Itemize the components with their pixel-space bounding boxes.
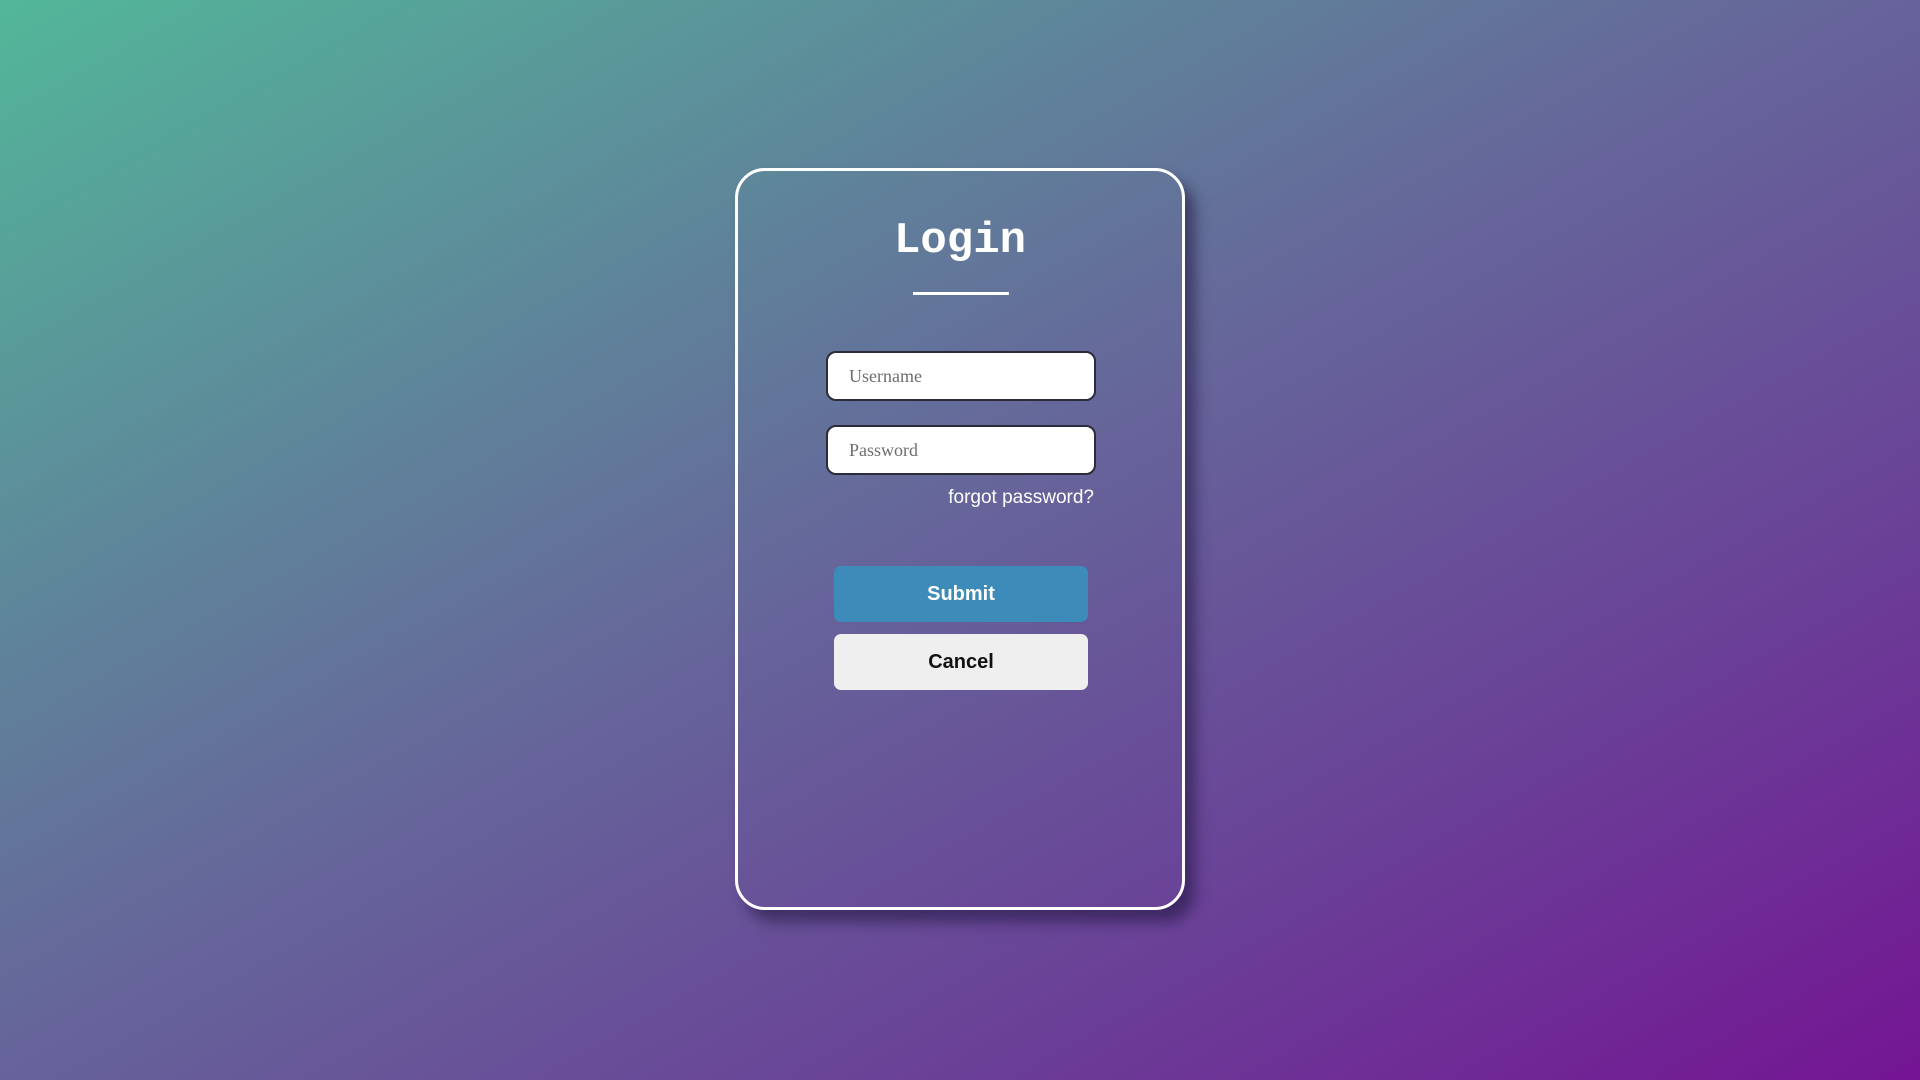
username-input[interactable]	[826, 351, 1096, 401]
title-underline	[913, 292, 1009, 295]
cancel-button[interactable]: Cancel	[834, 634, 1088, 690]
forgot-password-link[interactable]: forgot password?	[948, 487, 1094, 509]
login-title: Login	[893, 216, 1027, 266]
login-card: Login forgot password? Submit Cancel	[735, 168, 1185, 910]
submit-button[interactable]: Submit	[834, 566, 1088, 622]
password-input[interactable]	[826, 425, 1096, 475]
